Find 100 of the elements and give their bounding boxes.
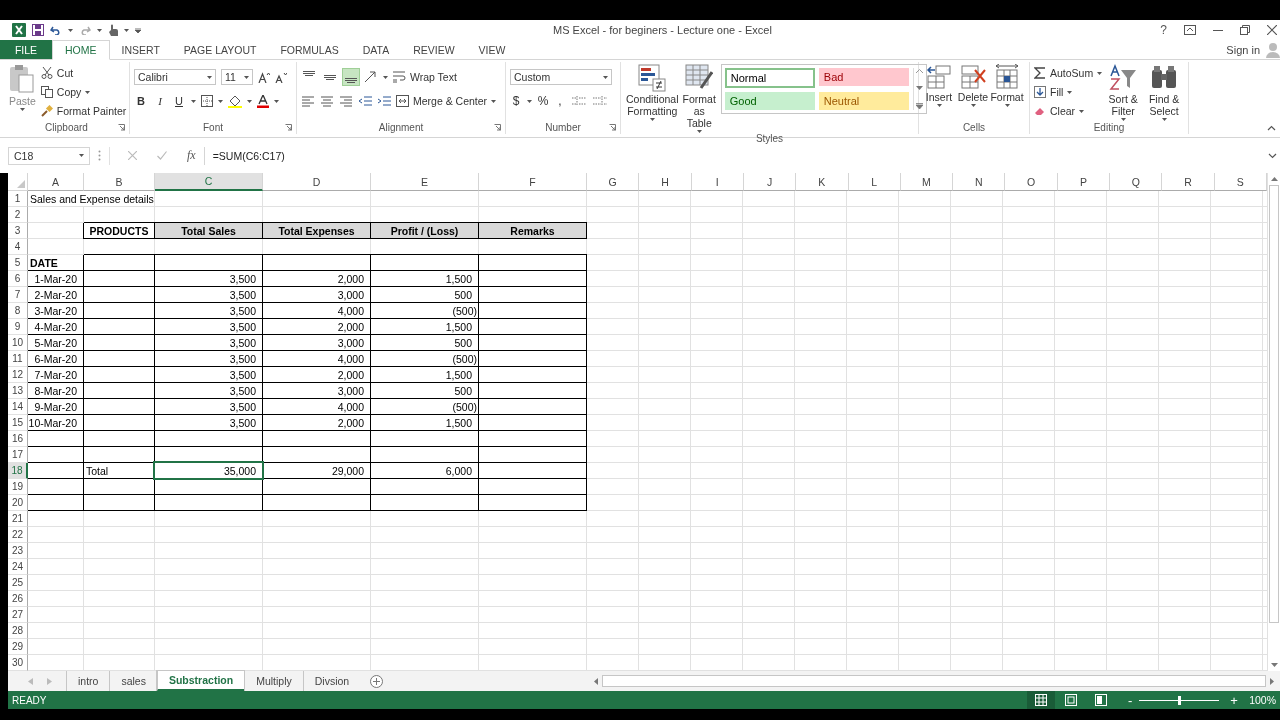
sign-in-link[interactable]: Sign in [1226, 43, 1260, 56]
increase-decimal-icon [571, 95, 587, 107]
sheet-tab[interactable]: Substraction [156, 671, 245, 691]
conditional-format-icon [638, 64, 667, 92]
cell-style-option[interactable]: Neutral [818, 92, 909, 110]
shrink-font-icon [275, 71, 287, 83]
table-cell-text: 1,500 [444, 367, 473, 382]
cells-format-button[interactable]: Format [991, 64, 1023, 107]
autosum-button[interactable]: AutoSum [1034, 65, 1103, 81]
zoom-out-button[interactable]: - [1123, 692, 1138, 708]
cell-style-option[interactable]: Bad [818, 68, 909, 86]
active-cell[interactable]: 35,000 [155, 463, 262, 478]
cells-delete-button[interactable]: Delete [957, 64, 989, 107]
ribbon-tab[interactable]: PAGE LAYOUT [171, 40, 269, 59]
format-cells-icon [994, 64, 1020, 90]
group-label: Editing [1093, 122, 1125, 133]
insert-function-button[interactable]: fx [187, 148, 196, 163]
format-painter-button[interactable]: Format Painter [40, 103, 127, 119]
table-cell-text: 1,500 [444, 271, 473, 286]
fill-button[interactable]: Fill [1034, 84, 1103, 100]
caret-icon [1079, 109, 1085, 113]
column-header[interactable]: D [263, 173, 371, 191]
column-header[interactable]: S [1214, 173, 1267, 191]
column-header[interactable]: L [848, 173, 901, 191]
row-header[interactable]: 18 [8, 463, 28, 479]
conditional-formatting-button[interactable]: Conditional Formatting [625, 64, 680, 121]
group-label: Clipboard [45, 121, 88, 133]
horizontal-scrollbar[interactable] [594, 674, 1274, 688]
column-header[interactable]: N [953, 173, 1006, 191]
table-cell-text: 9-Mar-20 [33, 399, 78, 414]
table-cell-text: (500) [451, 303, 478, 318]
find-select-button[interactable]: Find & Select [1144, 64, 1184, 121]
currency-button[interactable]: $ [510, 93, 522, 109]
paste-button[interactable]: Paste [8, 64, 37, 111]
sigma-icon [1034, 67, 1046, 79]
cell-style-option[interactable]: Good [724, 92, 815, 110]
name-box[interactable]: C18 [8, 146, 90, 165]
column-header[interactable]: G [587, 173, 640, 191]
table-cell-text: 8-Mar-20 [33, 383, 78, 398]
font-name-dropdown[interactable]: Calibri [134, 69, 216, 85]
clear-button[interactable]: Clear [1034, 103, 1103, 119]
column-header[interactable]: Q [1110, 173, 1163, 191]
text-style-button[interactable]: U [172, 93, 186, 109]
ribbon-tab[interactable]: FORMULAS [268, 40, 351, 59]
number-format-dropdown[interactable]: Custom [510, 69, 612, 85]
column-header[interactable]: J [743, 173, 797, 191]
format-as-table-button[interactable]: Format as Table [681, 64, 717, 133]
percent-button[interactable]: % [537, 93, 549, 109]
comma-button[interactable]: , [554, 93, 566, 109]
column-header[interactable]: P [1057, 173, 1111, 191]
bottom-align-button[interactable] [343, 69, 359, 85]
table-cell: Total Expenses [263, 223, 370, 238]
caret-icon [1097, 71, 1103, 75]
column-header[interactable]: I [691, 173, 744, 191]
zoom-level[interactable]: 100% [1249, 694, 1276, 706]
formula-input[interactable]: =SUM(C6:C17) [212, 149, 1260, 162]
ribbon-tab[interactable]: INSERT [109, 40, 172, 59]
column-header[interactable]: R [1162, 173, 1215, 191]
ribbon-tab[interactable]: DATA [350, 40, 402, 59]
caret-icon [247, 99, 252, 103]
close-icon [1267, 25, 1277, 35]
font-size-dropdown[interactable]: 11 [221, 69, 253, 85]
column-header[interactable]: B [84, 173, 155, 191]
column-header[interactable]: C [155, 173, 263, 191]
cells-insert-button[interactable]: Insert [923, 64, 955, 107]
copy-button[interactable]: Copy [40, 84, 127, 100]
cut-button[interactable]: Cut [40, 65, 127, 81]
zoom-slider-thumb[interactable] [1178, 695, 1182, 705]
table-cell-text: 5-Mar-20 [33, 335, 78, 350]
decrease-indent-icon [358, 95, 372, 107]
cell-style-option[interactable]: Normal [724, 68, 815, 88]
file-tab[interactable]: FILE [0, 40, 52, 59]
caret-icon [527, 99, 532, 103]
table-cell-text: 4,000 [336, 351, 365, 366]
wrap-text-button[interactable]: Wrap Text [393, 69, 457, 85]
table-cell: Total Sales [155, 223, 262, 238]
ribbon-tab[interactable]: REVIEW [401, 40, 467, 59]
text-style-button[interactable]: I [153, 93, 167, 109]
table-cell-text: 3,000 [336, 287, 365, 302]
table-cell-text: 10-Mar-20 [28, 415, 78, 430]
fill-bucket-icon [228, 94, 242, 108]
column-header[interactable]: M [900, 173, 954, 191]
column-header[interactable]: K [796, 173, 849, 191]
table-cell-text: 6,000 [444, 463, 473, 478]
normal-view-button[interactable] [1027, 691, 1056, 709]
ribbon-tab[interactable]: HOME [52, 40, 110, 60]
zoom-in-button[interactable]: + [1227, 692, 1242, 708]
column-header[interactable]: O [1005, 173, 1058, 191]
vertical-scrollbar[interactable] [1267, 173, 1280, 671]
column-header[interactable]: A [28, 173, 84, 191]
text-style-button[interactable]: B [134, 93, 148, 109]
increase-indent-icon [377, 95, 391, 107]
column-header[interactable]: E [371, 173, 479, 191]
merge-center-button[interactable]: Merge & Center [396, 93, 497, 109]
column-header[interactable]: F [479, 173, 587, 191]
scissors-icon [40, 67, 53, 79]
column-header[interactable]: H [639, 173, 692, 191]
ribbon-tab[interactable]: VIEW [466, 40, 518, 59]
help-button[interactable]: ? [1160, 23, 1167, 37]
sort-filter-button[interactable]: Sort & Filter [1104, 64, 1143, 121]
